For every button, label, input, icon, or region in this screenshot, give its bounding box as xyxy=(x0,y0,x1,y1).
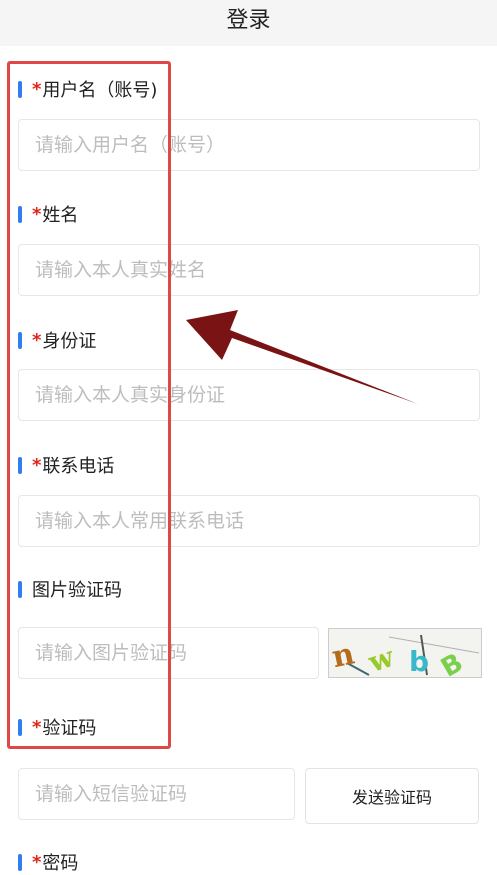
annotation-arrow xyxy=(186,310,418,404)
arrow-shape xyxy=(186,310,418,404)
